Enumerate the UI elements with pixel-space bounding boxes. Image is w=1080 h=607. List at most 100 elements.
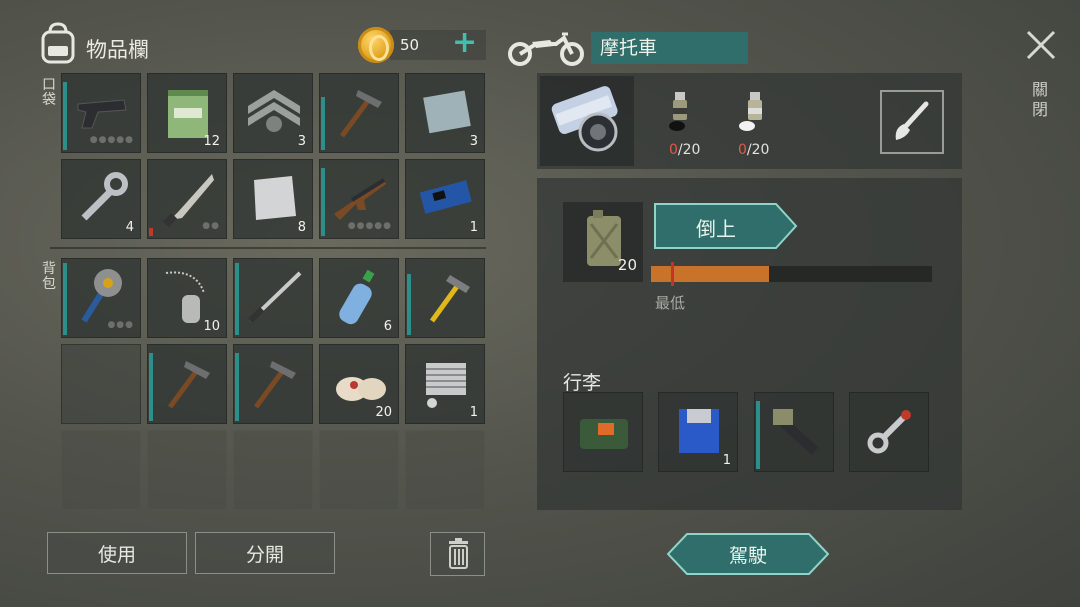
quality-dots: ●●●●● <box>347 221 392 231</box>
spray-can-dark-icon <box>669 92 687 131</box>
backpack-slot[interactable]: ●●● <box>61 258 141 338</box>
backpack-slot[interactable] <box>61 344 141 424</box>
chevron-patch-icon <box>248 90 300 132</box>
wrench-icon <box>81 172 128 221</box>
pocket-slot[interactable]: 1 <box>405 159 485 239</box>
empty-slot[interactable] <box>233 430 313 510</box>
connecting-rod-icon <box>867 410 911 454</box>
empty-slot[interactable] <box>405 430 485 510</box>
luggage-slot[interactable] <box>849 392 929 472</box>
backpack-slot[interactable]: 20 <box>319 344 399 424</box>
item-count: 1 <box>722 453 731 468</box>
empty-slot[interactable] <box>319 430 399 510</box>
circuit-board-icon <box>419 180 472 214</box>
metal-plate-icon <box>423 90 471 134</box>
item-count: 3 <box>297 134 306 149</box>
quality-dots: ●●● <box>107 320 134 330</box>
luggage-slot[interactable]: 1 <box>658 392 738 472</box>
item-count: 1 <box>469 220 478 235</box>
split-button[interactable]: 分開 <box>195 532 335 574</box>
coin-icon <box>358 27 394 63</box>
floppy-disk-icon <box>679 409 719 453</box>
empty-slot[interactable] <box>61 430 141 510</box>
item-count: 6 <box>383 319 392 334</box>
coin-amount: 50 <box>400 36 420 54</box>
paint-brush-button[interactable] <box>880 90 944 154</box>
add-coins-button[interactable]: + <box>452 28 477 58</box>
pockets-label: 口袋 <box>42 77 56 108</box>
pocket-slot[interactable] <box>319 73 399 153</box>
fuel-min-marker <box>671 262 674 286</box>
pocket-slot[interactable]: ●●●●● <box>61 73 141 153</box>
pocket-slot[interactable]: 12 <box>147 73 227 153</box>
use-button[interactable]: 使用 <box>47 532 187 574</box>
pour-label[interactable]: 倒上 <box>654 213 778 242</box>
durability-bar <box>63 263 67 335</box>
pocket-slot[interactable]: ●●●●● <box>319 159 399 239</box>
backpack-slot[interactable] <box>233 258 313 338</box>
inventory-title: 物品欄 <box>86 38 149 62</box>
backpack-slot[interactable] <box>233 344 313 424</box>
engine-cylinder-icon <box>426 363 466 408</box>
backpack-slot[interactable]: 1 <box>405 344 485 424</box>
katana-icon <box>247 271 302 324</box>
luggage-slot[interactable] <box>754 392 834 472</box>
luggage-slot[interactable] <box>563 392 643 472</box>
pickaxe-icon <box>339 90 382 138</box>
item-count: 20 <box>375 405 392 420</box>
pickaxe-icon <box>253 361 296 409</box>
paint-brush-icon <box>895 101 929 140</box>
paint-count-dark: 0/20 <box>669 142 701 158</box>
item-count: 3 <box>469 134 478 149</box>
minigun-icon <box>773 409 819 455</box>
luggage-title: 行李 <box>563 372 602 394</box>
durability-bar <box>63 82 67 150</box>
motorcycle-icon <box>508 32 584 66</box>
fuel-amount: 20 <box>617 256 637 274</box>
durability-bar <box>321 168 325 236</box>
close-icon[interactable] <box>1024 28 1058 62</box>
paint-count-white: 0/20 <box>738 142 770 158</box>
fuel-bar-fill <box>651 266 769 282</box>
drive-label[interactable]: 駕駛 <box>667 541 829 568</box>
trash-icon <box>449 538 468 569</box>
item-count: 10 <box>203 319 220 334</box>
durability-bar <box>321 97 325 150</box>
pocket-slot[interactable]: 3 <box>233 73 313 153</box>
durability-bar <box>235 353 239 421</box>
item-count: 1 <box>469 405 478 420</box>
backpack-slot[interactable] <box>405 258 485 338</box>
durability-bar <box>149 228 153 236</box>
fuel-min-label: 最低 <box>655 294 686 312</box>
spray-can-white-icon <box>739 92 762 131</box>
durability-bar <box>149 353 153 421</box>
backpack-slot[interactable]: 10 <box>147 258 227 338</box>
section-divider <box>50 247 486 249</box>
explosive-pack-icon <box>580 419 628 449</box>
trash-button[interactable] <box>430 532 485 576</box>
paint-slot[interactable] <box>540 76 634 166</box>
pocket-slot[interactable]: 3 <box>405 73 485 153</box>
steel-sheet-icon <box>254 176 296 220</box>
pocket-slot[interactable]: 4 <box>61 159 141 239</box>
fuel-slot[interactable]: 20 <box>563 202 643 282</box>
quality-dots: ●● <box>202 221 220 231</box>
backpack-slot[interactable]: 6 <box>319 258 399 338</box>
pocket-slot[interactable]: 8 <box>233 159 313 239</box>
empty-slot[interactable] <box>147 430 227 510</box>
hammer-icon <box>429 275 470 323</box>
item-count: 12 <box>203 134 220 149</box>
close-label[interactable]: 關閉 <box>1031 80 1049 120</box>
durability-bar <box>407 274 411 335</box>
vehicle-name: 摩托車 <box>591 32 748 64</box>
pickaxe-icon <box>167 361 210 409</box>
item-count: 8 <box>297 220 306 235</box>
pocket-slot[interactable]: ●● <box>147 159 227 239</box>
paint-can-icon <box>551 86 618 152</box>
durability-bar <box>756 401 760 469</box>
backpack-icon <box>41 22 75 64</box>
backpack-label: 背包 <box>42 261 56 292</box>
backpack-slot[interactable] <box>147 344 227 424</box>
durability-bar <box>235 263 239 335</box>
water-bottle-icon <box>339 269 375 325</box>
